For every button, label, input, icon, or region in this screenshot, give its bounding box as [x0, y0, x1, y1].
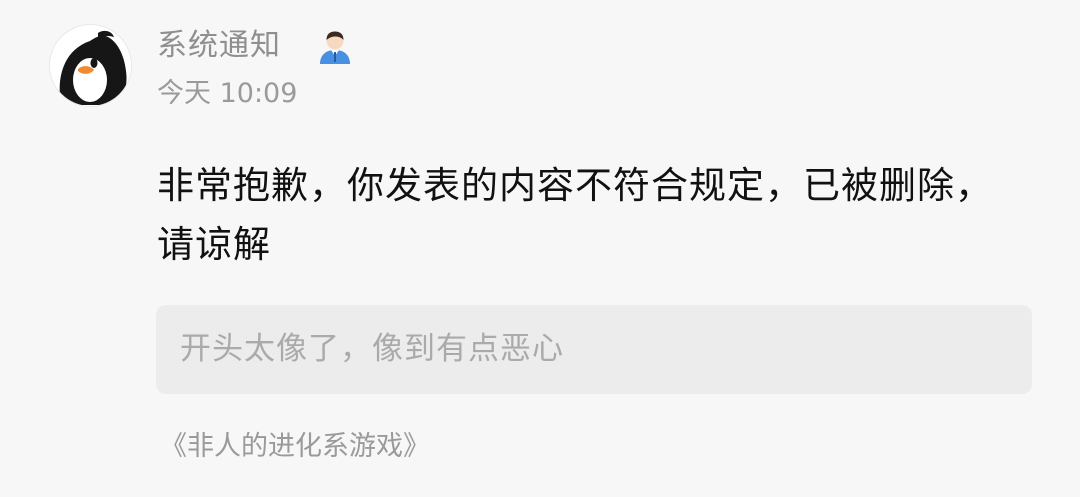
quoted-content-text: 开头太像了，像到有点恶心	[180, 331, 564, 367]
official-person-icon	[317, 28, 353, 64]
quoted-content-box[interactable]: 开头太像了，像到有点恶心	[156, 305, 1032, 394]
avatar[interactable]	[49, 24, 132, 107]
notification-message: 非常抱歉，你发表的内容不符合规定，已被删除，请谅解	[157, 164, 993, 266]
timestamp: 今天 10:09	[157, 78, 298, 109]
penguin-avatar-icon	[50, 25, 131, 106]
source-link[interactable]: 《非人的进化系游戏》	[160, 428, 430, 466]
sender-name[interactable]: 系统通知	[157, 26, 281, 66]
